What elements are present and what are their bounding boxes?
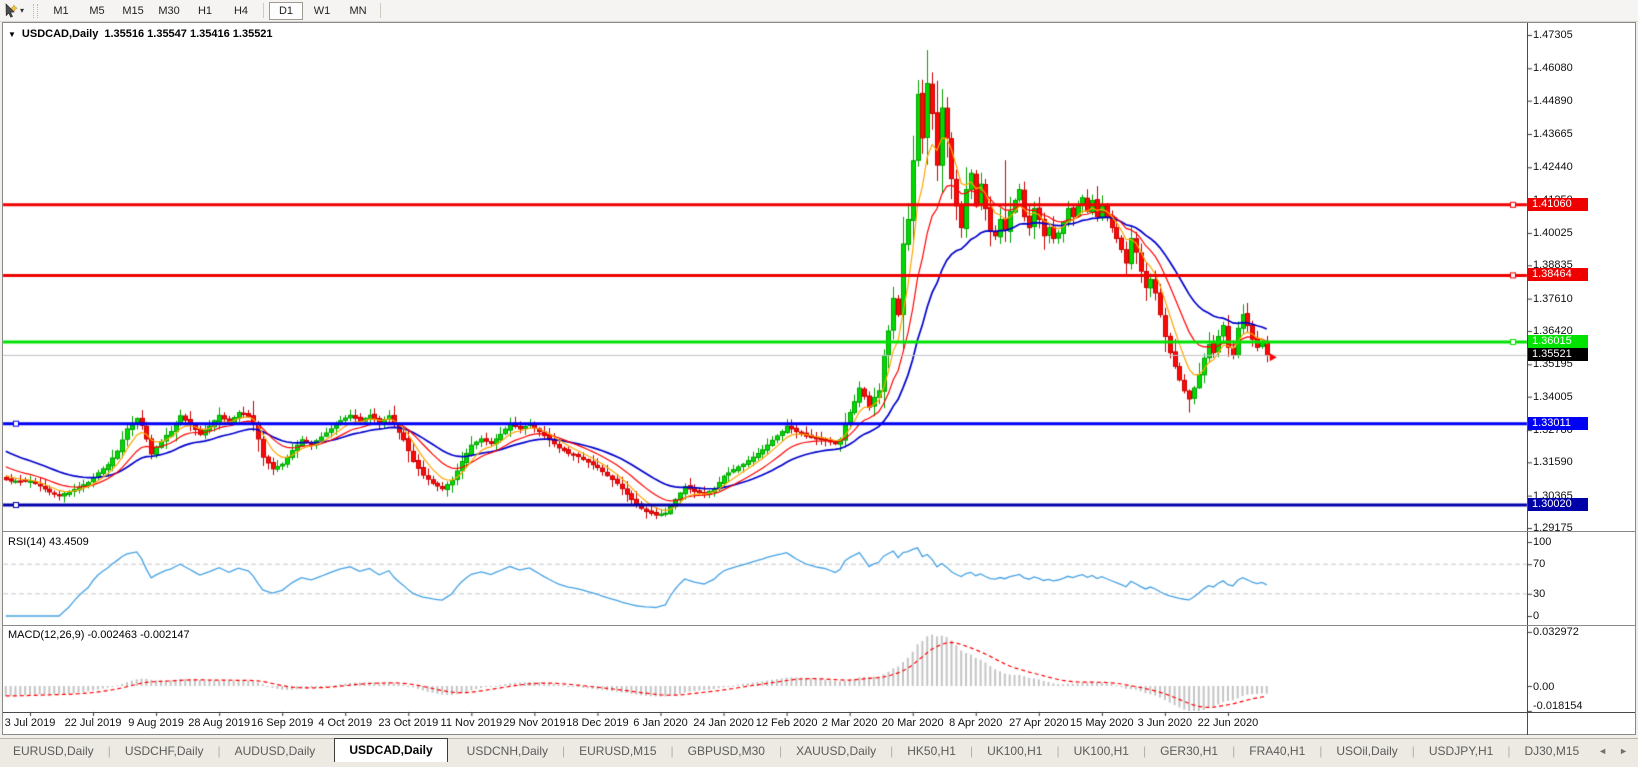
chart-tab-usdchf-daily[interactable]: USDCHF,Daily bbox=[112, 741, 217, 761]
price-axis-tick: 1.43665 bbox=[1533, 127, 1573, 140]
price-axis-tick: 1.37610 bbox=[1533, 292, 1573, 305]
chart-title-symbol: USDCAD,Daily bbox=[21, 28, 99, 40]
crosshair-cursor-icon[interactable] bbox=[3, 2, 19, 19]
time-axis-label: 2 Mar 2020 bbox=[821, 717, 878, 729]
toolbar-separator bbox=[263, 3, 265, 18]
rsi-pane-divider[interactable] bbox=[3, 531, 1635, 532]
time-axis-label: 6 Jan 2020 bbox=[633, 717, 688, 729]
timeframe-button-h1[interactable]: H1 bbox=[188, 2, 222, 20]
chart-tab-xauusd-daily[interactable]: XAUUSD,Daily bbox=[783, 741, 889, 761]
price-axis-tick: 1.31590 bbox=[1533, 456, 1573, 469]
chart-tab-usdjpy-h1[interactable]: USDJPY,H1 bbox=[1416, 741, 1506, 761]
time-axis-label: 27 Apr 2020 bbox=[1009, 717, 1069, 729]
tab-scroll-left-icon[interactable]: ◄ bbox=[1598, 746, 1607, 756]
tool-dropdown-caret[interactable]: ▾ bbox=[20, 6, 24, 15]
hline-price-chip: 1.41060 bbox=[1528, 197, 1588, 211]
rsi-axis-tick: 0 bbox=[1533, 610, 1540, 622]
rsi-axis-tick: 100 bbox=[1533, 536, 1552, 548]
chart-title-ohlc: 1.35516 1.35547 1.35416 1.35521 bbox=[104, 28, 273, 40]
time-axis-label: 28 Aug 2019 bbox=[188, 717, 251, 729]
time-axis-label: 8 Apr 2020 bbox=[949, 717, 1003, 729]
chart-tab-fra40-h1[interactable]: FRA40,H1 bbox=[1236, 741, 1318, 761]
timeframe-button-m1[interactable]: M1 bbox=[44, 2, 78, 20]
time-axis-label: 18 Dec 2019 bbox=[566, 717, 629, 729]
timeframe-button-d1[interactable]: D1 bbox=[269, 1, 304, 20]
time-axis-label: 9 Aug 2019 bbox=[128, 717, 184, 729]
time-axis-label: 11 Nov 2019 bbox=[440, 717, 503, 729]
toolbar-grip bbox=[33, 3, 39, 18]
timeframe-button-m15[interactable]: M15 bbox=[116, 2, 150, 20]
time-axis-label: 15 May 2020 bbox=[1070, 717, 1134, 729]
chart-tab-gbpusd-m30[interactable]: GBPUSD,M30 bbox=[675, 741, 778, 761]
chart-tab-usdcnh-daily[interactable]: USDCNH,Daily bbox=[454, 741, 561, 761]
price-axis-divider bbox=[1527, 23, 1528, 735]
price-axis-tick: 1.34005 bbox=[1533, 390, 1573, 403]
last-price-chip: 1.35521 bbox=[1528, 348, 1588, 362]
price-axis-tick: 1.29175 bbox=[1533, 522, 1573, 534]
hline-price-chip: 1.36015 bbox=[1528, 335, 1588, 348]
price-axis-tick: 1.47305 bbox=[1533, 29, 1573, 41]
toolbar-separator bbox=[380, 3, 382, 18]
time-axis-label: 20 Mar 2020 bbox=[881, 717, 944, 729]
time-axis-label: 16 Sep 2019 bbox=[250, 717, 314, 729]
time-axis-label: 4 Oct 2019 bbox=[318, 717, 373, 729]
chart-tab-bar: EURUSD,Daily | USDCHF,Daily | AUDUSD,Daily US… bbox=[0, 738, 1638, 763]
macd-pane-divider[interactable] bbox=[3, 625, 1635, 626]
timeframe-button-m5[interactable]: M5 bbox=[80, 2, 114, 20]
time-axis-label: 22 Jul 2019 bbox=[64, 717, 122, 729]
hline-price-chip: 1.30020 bbox=[1528, 498, 1588, 512]
rsi-axis-tick: 30 bbox=[1533, 587, 1546, 600]
time-axis-label: 23 Oct 2019 bbox=[378, 717, 439, 729]
price-axis-tick: 1.42440 bbox=[1533, 161, 1573, 174]
macd-label: MACD(12,26,9) -0.002463 -0.002147 bbox=[8, 629, 190, 641]
timeframe-button-m30[interactable]: M30 bbox=[152, 2, 186, 20]
hline-price-chip: 1.38464 bbox=[1528, 268, 1588, 282]
macd-axis-tick: 0.032972 bbox=[1533, 625, 1579, 638]
macd-axis-tick: 0.00 bbox=[1533, 681, 1555, 693]
chart-tab-audusd-daily[interactable]: AUDUSD,Daily bbox=[222, 741, 329, 761]
timeframe-button-mn[interactable]: MN bbox=[341, 2, 375, 20]
time-axis-label: 24 Jan 2020 bbox=[693, 717, 754, 729]
chart-canvas[interactable] bbox=[0, 0, 1638, 767]
time-axis-line bbox=[3, 712, 1635, 713]
chart-tab-ger30-h1[interactable]: GER30,H1 bbox=[1147, 741, 1231, 761]
top-toolbar: ▾ M1 M5 M15 M30 H1 H4 D1 W1 MN bbox=[0, 0, 1638, 22]
chart-tab-eurusd-daily[interactable]: EURUSD,Daily bbox=[0, 741, 107, 761]
chart-tab-uk100-h1[interactable]: UK100,H1 bbox=[974, 741, 1055, 761]
chart-tab-usdcad-daily[interactable]: USDCAD,Daily bbox=[334, 738, 448, 762]
time-axis-label: 22 Jun 2020 bbox=[1197, 717, 1259, 729]
chart-title-triangle-icon[interactable]: ▼ bbox=[8, 30, 16, 39]
timeframe-button-h4[interactable]: H4 bbox=[224, 2, 258, 20]
time-axis-label: 3 Jul 2019 bbox=[4, 717, 56, 729]
price-axis-tick: 1.44890 bbox=[1533, 94, 1573, 107]
price-axis-tick: 1.46080 bbox=[1533, 62, 1573, 75]
time-axis-label: 3 Jun 2020 bbox=[1137, 717, 1193, 729]
timeframe-button-w1[interactable]: W1 bbox=[305, 2, 339, 20]
chart-tab-uk100-h1[interactable]: UK100,H1 bbox=[1061, 741, 1142, 761]
chart-title: ▼ USDCAD,Daily 1.35516 1.35547 1.35416 1… bbox=[8, 28, 273, 40]
rsi-axis-tick: 70 bbox=[1533, 558, 1546, 571]
macd-axis-tick: -0.018154 bbox=[1533, 700, 1583, 712]
chart-tab-usoil-daily[interactable]: USOil,Daily bbox=[1323, 741, 1410, 761]
time-axis-label: 29 Nov 2019 bbox=[503, 717, 566, 729]
price-axis-tick: 1.40025 bbox=[1533, 226, 1573, 239]
chart-tab-eurusd-m15[interactable]: EURUSD,M15 bbox=[566, 741, 669, 761]
time-axis-label: 12 Feb 2020 bbox=[755, 717, 818, 729]
chart-tab-dj30-m15[interactable]: DJ30,M15 bbox=[1511, 741, 1592, 761]
rsi-label: RSI(14) 43.4509 bbox=[8, 536, 89, 548]
chart-tab-hk50-h1[interactable]: HK50,H1 bbox=[894, 741, 969, 761]
tab-scroll-right-icon[interactable]: ► bbox=[1619, 746, 1628, 756]
hline-price-chip: 1.33011 bbox=[1528, 416, 1588, 430]
status-strip bbox=[0, 762, 1638, 767]
